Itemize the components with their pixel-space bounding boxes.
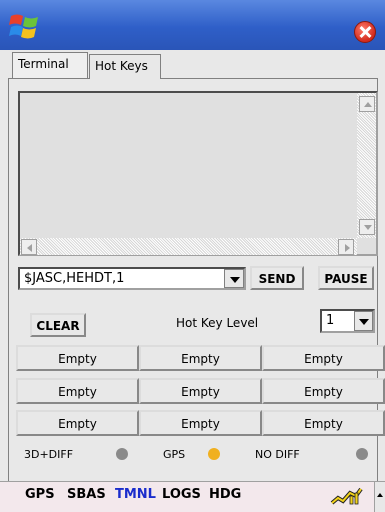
hotkey-button[interactable]: Empty	[16, 378, 139, 404]
hotkey-button[interactable]: Empty	[139, 410, 262, 436]
vertical-scrollbar[interactable]	[357, 93, 376, 238]
hot-key-level-label: Hot Key Level	[176, 316, 259, 330]
send-button[interactable]: SEND	[250, 266, 304, 290]
title-bar	[0, 0, 385, 50]
close-icon[interactable]	[354, 21, 376, 43]
status-led-gps	[208, 448, 220, 460]
hotkey-button[interactable]: Empty	[262, 410, 385, 436]
status-label-gps: GPS	[163, 448, 186, 461]
command-dropdown-button[interactable]	[224, 269, 244, 288]
horizontal-scrollbar[interactable]	[20, 238, 357, 255]
tab-terminal[interactable]: Terminal	[12, 52, 88, 78]
hotkey-button[interactable]: Empty	[16, 410, 139, 436]
menu-hdg[interactable]: HDG	[209, 487, 241, 502]
menu-gps[interactable]: GPS	[25, 487, 55, 502]
scroll-left-button[interactable]	[21, 239, 37, 255]
status-label-no-diff: NO DIFF	[255, 448, 300, 461]
chevron-down-icon	[359, 319, 369, 325]
windows-flag-icon[interactable]	[8, 12, 42, 40]
status-label-3d-diff: 3D+DIFF	[24, 448, 74, 461]
menu-scroll-button[interactable]	[374, 482, 385, 512]
scroll-down-button[interactable]	[359, 219, 375, 235]
hotkey-button[interactable]: Empty	[262, 378, 385, 404]
pause-button[interactable]: PAUSE	[318, 266, 374, 290]
hotkey-button[interactable]: Empty	[139, 345, 262, 371]
menu-logs[interactable]: LOGS	[162, 487, 201, 502]
menu-sbas[interactable]: SBAS	[67, 487, 106, 502]
terminal-output	[18, 91, 378, 256]
hotkey-button[interactable]: Empty	[262, 345, 385, 371]
command-input[interactable]: $JASC,HEHDT,1	[18, 267, 246, 290]
signal-icon[interactable]	[330, 486, 364, 508]
chevron-down-icon	[230, 277, 240, 283]
scroll-up-button[interactable]	[359, 96, 375, 112]
scroll-right-button[interactable]	[338, 239, 354, 255]
status-led-3d-diff	[116, 448, 128, 460]
menu-tmnl[interactable]: TMNL	[115, 487, 156, 502]
hotkey-button[interactable]: Empty	[16, 345, 139, 371]
hot-key-level-dropdown-button[interactable]	[354, 311, 373, 331]
hotkey-button[interactable]: Empty	[139, 378, 262, 404]
clear-button[interactable]: CLEAR	[30, 313, 86, 337]
status-led-no-diff	[356, 448, 368, 460]
tab-hot-keys[interactable]: Hot Keys	[89, 54, 161, 79]
